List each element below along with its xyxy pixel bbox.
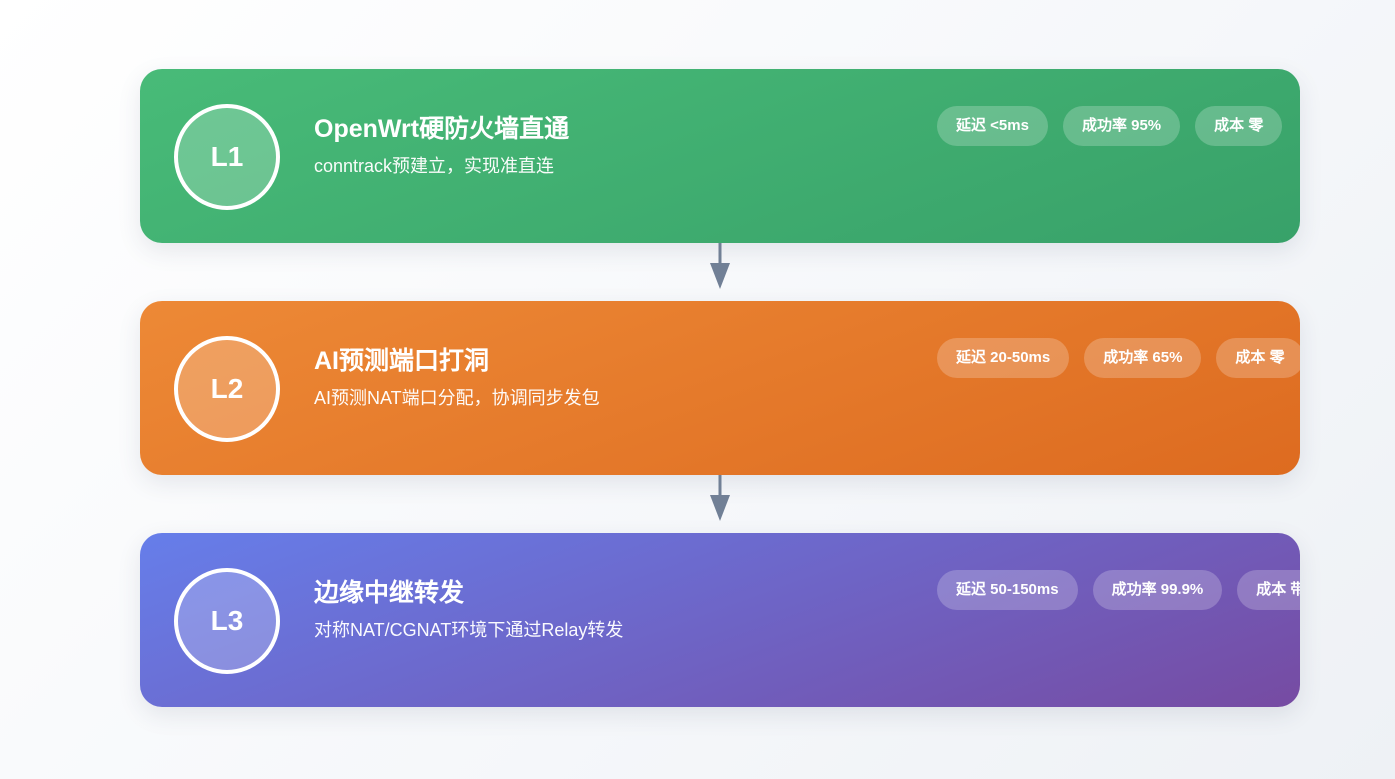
layer-title: OpenWrt硬防火墙直通 — [314, 115, 570, 143]
cost-pill: 成本 带宽费用 — [1237, 570, 1300, 610]
cost-pill: 成本 零 — [1195, 106, 1283, 146]
success-rate-pill: 成功率 99.9% — [1092, 570, 1223, 610]
cost-pill: 成本 零 — [1216, 338, 1300, 378]
layer-description: 对称NAT/CGNAT环境下通过Relay转发 — [314, 620, 624, 640]
layer-badge: L3 — [174, 568, 280, 674]
success-rate-pill: 成功率 65% — [1084, 338, 1202, 378]
latency-pill: 延迟 <5ms — [937, 106, 1048, 146]
layer-description: AI预测NAT端口分配，协调同步发包 — [314, 388, 600, 408]
flow-arrow-down-icon — [710, 475, 730, 521]
metric-list: 延迟 <5ms 成功率 95% 成本 零 — [937, 106, 1283, 146]
layer-description: conntrack预建立，实现准直连 — [314, 156, 555, 176]
metric-list: 延迟 20-50ms 成功率 65% 成本 零 — [937, 338, 1300, 378]
layer-badge: L2 — [174, 336, 280, 442]
flow-arrow-down-icon — [710, 243, 730, 289]
latency-pill: 延迟 50-150ms — [937, 570, 1078, 610]
success-rate-pill: 成功率 95% — [1062, 106, 1181, 146]
metric-list: 延迟 50-150ms 成功率 99.9% 成本 带宽费用 — [937, 570, 1300, 610]
layer-card-l2: L2 AI预测端口打洞 AI预测NAT端口分配，协调同步发包 延迟 20-50m… — [140, 301, 1300, 475]
layer-card-l1: L1 OpenWrt硬防火墙直通 conntrack预建立，实现准直连 延迟 <… — [140, 69, 1300, 243]
layer-title: AI预测端口打洞 — [314, 347, 490, 375]
latency-pill: 延迟 20-50ms — [937, 338, 1070, 378]
layer-card-l3: L3 边缘中继转发 对称NAT/CGNAT环境下通过Relay转发 延迟 50-… — [140, 533, 1300, 707]
layer-title: 边缘中继转发 — [314, 579, 465, 607]
layer-badge: L1 — [174, 104, 280, 210]
